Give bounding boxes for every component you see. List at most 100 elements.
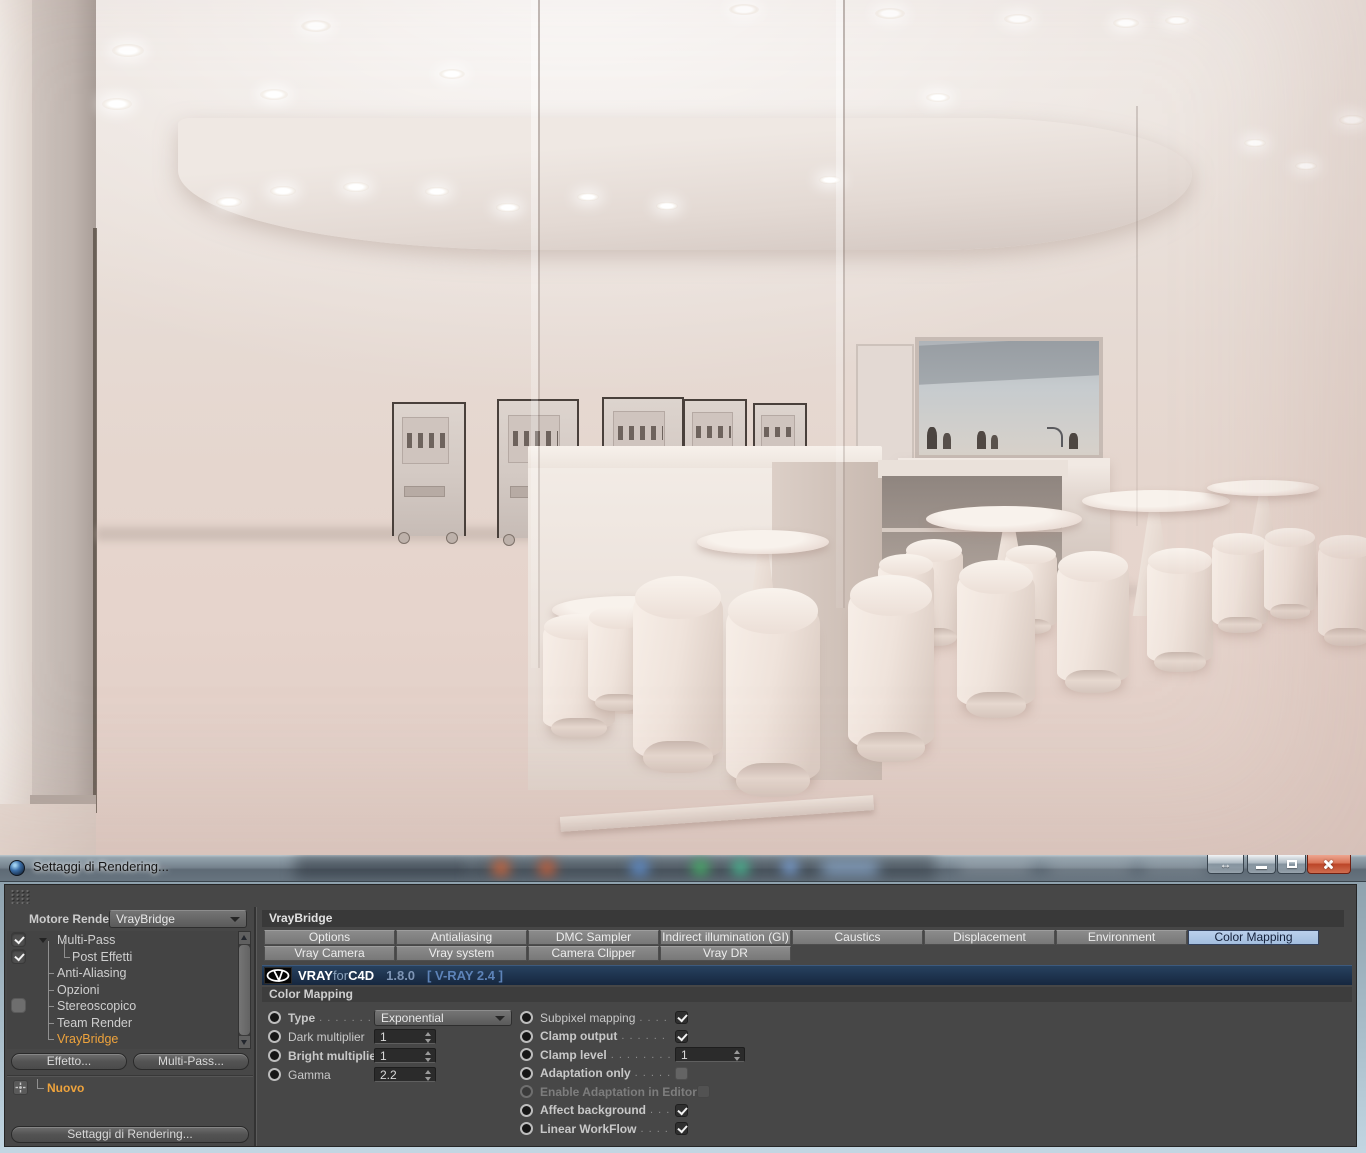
- maximize-button[interactable]: [1277, 855, 1306, 874]
- window-titlebar[interactable]: Settaggi di Rendering... ↔: [0, 855, 1366, 881]
- tab-caustics[interactable]: Caustics: [792, 930, 923, 945]
- new-setting-icon[interactable]: [13, 1080, 28, 1095]
- tab-camera-clipper[interactable]: Camera Clipper: [528, 946, 659, 961]
- render-settings-button[interactable]: Settaggi di Rendering...: [11, 1126, 249, 1143]
- tree-checkbox[interactable]: [11, 948, 26, 964]
- tab-antialiasing[interactable]: Antialiasing: [396, 930, 527, 945]
- tree-checkbox[interactable]: [11, 998, 26, 1013]
- spinner-arrows[interactable]: [424, 1051, 432, 1062]
- field-adaptation-only: Adaptation only: [520, 1065, 745, 1082]
- field-label: Subpixel mapping: [540, 1010, 636, 1025]
- tab-environment[interactable]: Environment: [1056, 930, 1187, 945]
- tab-color-mapping[interactable]: Color Mapping: [1188, 930, 1319, 945]
- input-value: 1: [380, 1049, 387, 1063]
- keyframe-dot[interactable]: [520, 1029, 533, 1043]
- keyframe-dot[interactable]: [520, 1122, 533, 1135]
- number-input[interactable]: 1: [374, 1029, 436, 1044]
- field-bright-multiplier: Bright multiplier 1: [268, 1047, 518, 1064]
- tree-item-stereoscopico[interactable]: Stereoscopico: [7, 998, 235, 1014]
- tree-item-label[interactable]: Multi-Pass: [57, 932, 115, 948]
- spinner-arrows[interactable]: [733, 1050, 741, 1061]
- keyframe-dot[interactable]: [520, 1048, 533, 1061]
- tab-dmc-sampler[interactable]: DMC Sampler: [528, 930, 659, 945]
- render-viewport: [0, 0, 1366, 855]
- multipass-button[interactable]: Multi-Pass...: [133, 1053, 249, 1070]
- tree-item-post-effetti[interactable]: Post Effetti: [7, 940, 235, 965]
- keyframe-dot[interactable]: [268, 1011, 281, 1024]
- tree-item-vraybridge[interactable]: VrayBridge: [7, 1031, 235, 1047]
- number-input[interactable]: 1: [374, 1048, 436, 1063]
- field-label: Clamp level: [540, 1047, 607, 1062]
- tree-item-opzioni[interactable]: Opzioni: [7, 982, 235, 998]
- keyframe-dot[interactable]: [520, 1085, 533, 1098]
- panel-header: VrayBridge: [262, 910, 1344, 927]
- field-affect-background: Affect background: [520, 1102, 745, 1119]
- field-label: Affect background: [540, 1103, 647, 1117]
- tab-displacement[interactable]: Displacement: [924, 930, 1055, 945]
- checkbox[interactable]: [675, 1122, 688, 1135]
- dotted-leader: [635, 1067, 671, 1079]
- restore-button[interactable]: ↔: [1207, 855, 1244, 874]
- divider: [7, 1075, 253, 1076]
- tab-indirect-illumination-gi-[interactable]: Indirect illumination (GI): [660, 930, 791, 945]
- effetto-button[interactable]: Effetto...: [11, 1053, 127, 1070]
- dialog-body: Motore Render VrayBridge Multi-Pass Post …: [4, 884, 1357, 1147]
- number-input[interactable]: 2.2: [374, 1067, 436, 1082]
- engine-dropdown[interactable]: VrayBridge: [109, 910, 247, 928]
- chevron-down-icon: [495, 1015, 505, 1021]
- keyframe-dot[interactable]: [268, 1068, 281, 1081]
- nuovo-row[interactable]: Nuovo: [7, 1079, 251, 1096]
- render-settings-window: Settaggi di Rendering... ↔ Motore Render…: [0, 855, 1366, 1153]
- keyframe-dot[interactable]: [520, 1011, 533, 1024]
- section-title: Color Mapping: [262, 987, 1352, 1002]
- spinner-arrows[interactable]: [424, 1032, 432, 1043]
- checkbox[interactable]: [675, 1011, 688, 1024]
- chevron-down-icon: [230, 917, 240, 922]
- checkbox[interactable]: [675, 1066, 688, 1080]
- tab-vray-camera[interactable]: Vray Camera: [264, 946, 395, 961]
- tree-item-label[interactable]: Opzioni: [57, 982, 99, 998]
- close-button[interactable]: [1307, 855, 1351, 874]
- expander-icon[interactable]: [39, 938, 47, 943]
- tree-item-label[interactable]: Stereoscopico: [57, 998, 136, 1014]
- tree-item-label[interactable]: Anti-Aliasing: [57, 965, 126, 981]
- checkbox: [696, 1085, 710, 1098]
- check-icon: [677, 1030, 688, 1041]
- keyframe-dot[interactable]: [268, 1030, 281, 1043]
- tab-vray-system[interactable]: Vray system: [396, 946, 527, 961]
- tree-checkbox[interactable]: [11, 932, 26, 947]
- minimize-button[interactable]: [1247, 855, 1276, 874]
- maximize-icon: [1287, 860, 1297, 868]
- tab-vray-dr[interactable]: Vray DR: [660, 946, 791, 961]
- tree-item-multi-pass[interactable]: Multi-Pass: [7, 932, 235, 948]
- checkbox[interactable]: [675, 1103, 688, 1117]
- check-icon: [677, 1122, 688, 1134]
- keyframe-dot[interactable]: [268, 1049, 281, 1062]
- tree-item-label[interactable]: Post Effetti: [72, 949, 132, 965]
- tree-item-anti-aliasing[interactable]: Anti-Aliasing: [7, 965, 235, 981]
- tree-item-label[interactable]: VrayBridge: [57, 1031, 118, 1047]
- spinner-arrows[interactable]: [424, 1070, 432, 1081]
- type-dropdown[interactable]: Exponential: [374, 1009, 512, 1026]
- tree-item-team-render[interactable]: Team Render: [7, 1015, 235, 1031]
- number-input[interactable]: 1: [675, 1047, 745, 1062]
- field-label: Adaptation only: [540, 1066, 631, 1080]
- field-type: Type Exponential: [268, 1009, 518, 1026]
- scrollbar-thumb: [239, 945, 250, 1035]
- field-label: Type: [288, 1010, 316, 1025]
- toolbar-grip[interactable]: [10, 889, 30, 904]
- field-gamma: Gamma 2.2: [268, 1066, 518, 1083]
- tree-item-label[interactable]: Team Render: [57, 1015, 132, 1031]
- input-value: 1: [681, 1048, 688, 1062]
- field-dark-multiplier: Dark multiplier 1: [268, 1028, 518, 1045]
- keyframe-dot[interactable]: [520, 1103, 533, 1117]
- resize-icon: ↔: [1219, 857, 1232, 871]
- nuovo-label[interactable]: Nuovo: [47, 1081, 84, 1095]
- input-value: 1: [380, 1030, 387, 1044]
- checkbox[interactable]: [675, 1029, 688, 1043]
- tree-scrollbar[interactable]: [238, 931, 251, 1049]
- tab-options[interactable]: Options: [264, 930, 395, 945]
- vray-logo-icon: [264, 967, 292, 984]
- check-icon: [677, 1104, 688, 1115]
- keyframe-dot[interactable]: [520, 1066, 533, 1080]
